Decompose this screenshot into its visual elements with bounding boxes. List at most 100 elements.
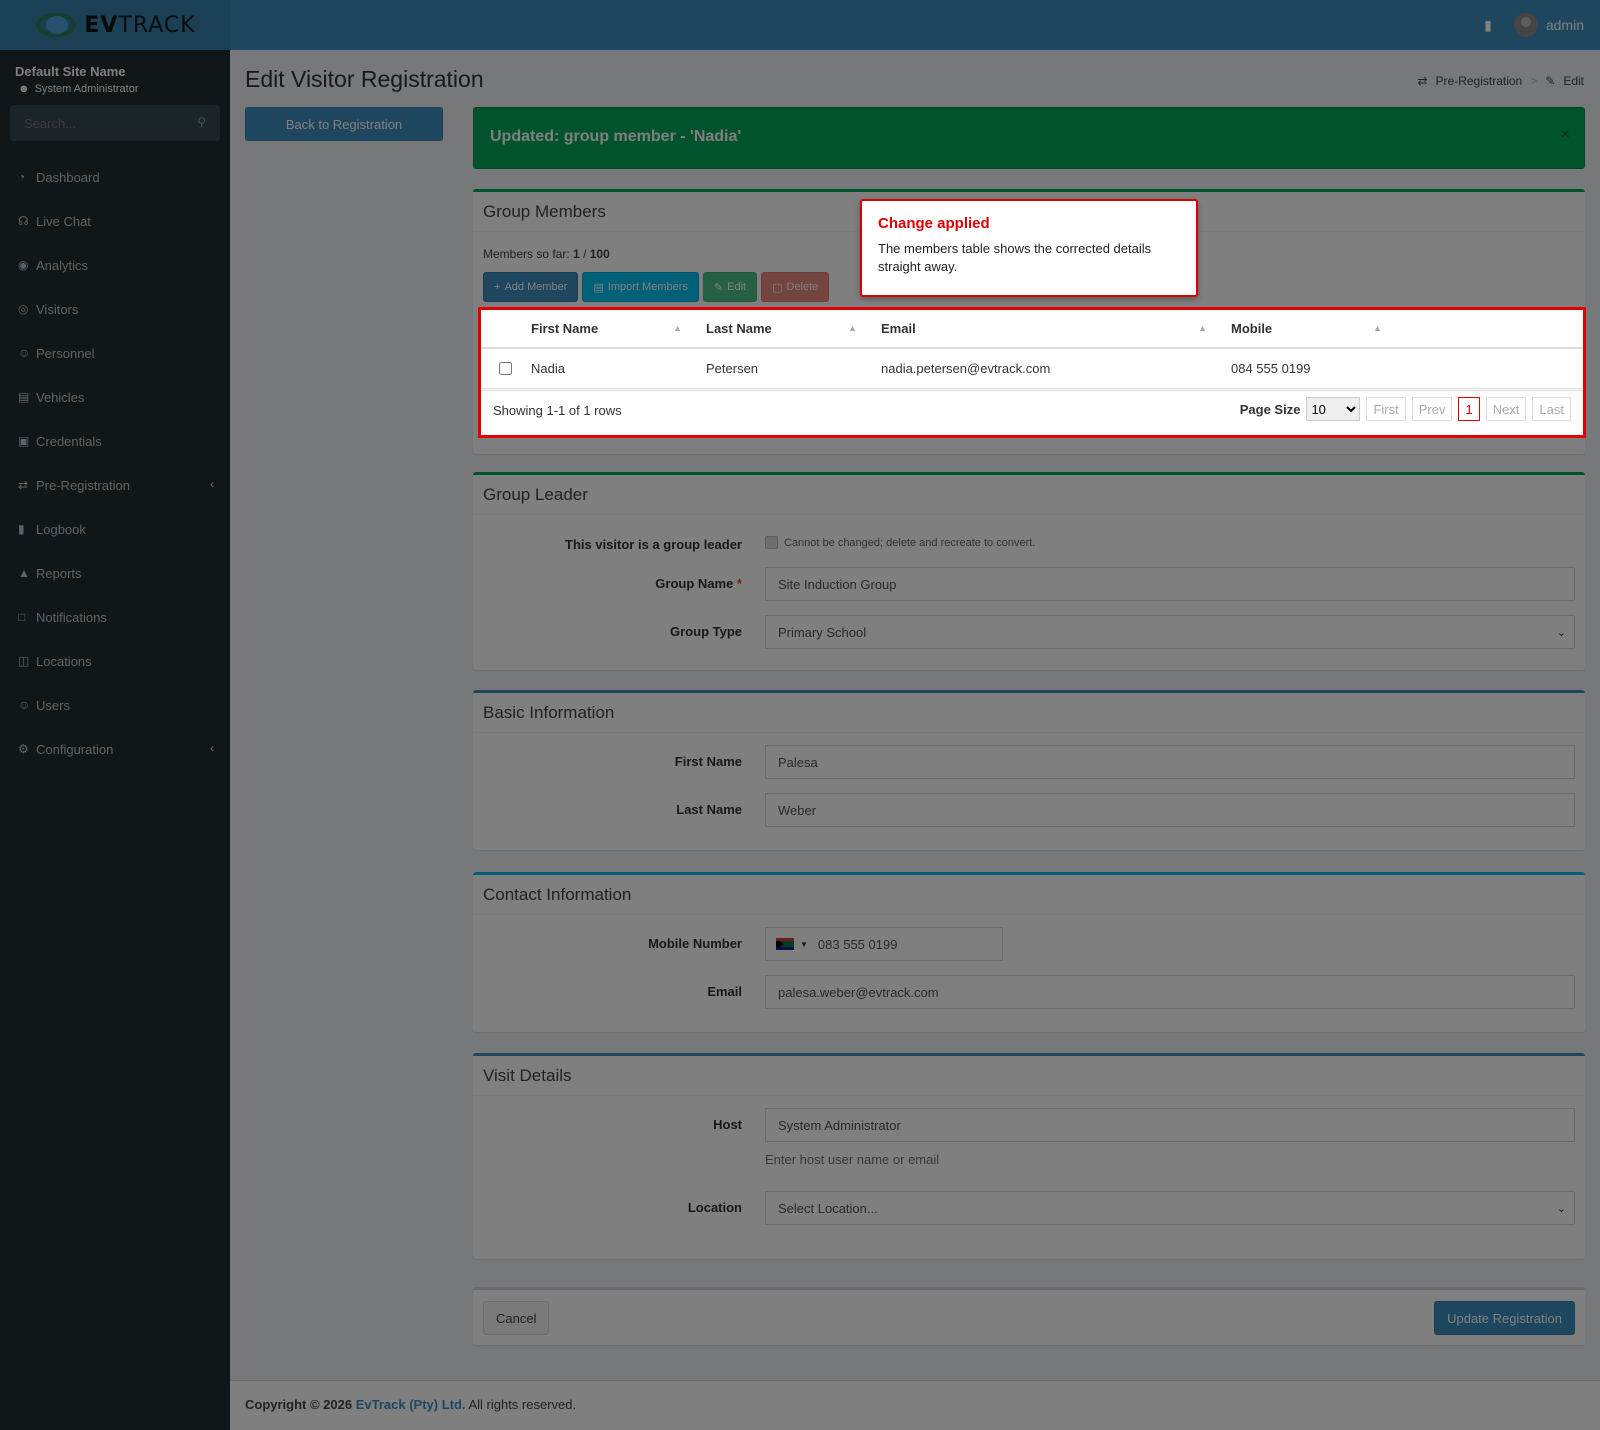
footer-company-link[interactable]: EvTrack (Pty) Ltd. [356, 1397, 466, 1412]
logo[interactable]: EVTRACK [0, 0, 230, 50]
visit-details-title: Visit Details [473, 1056, 1585, 1096]
members-table-spotlight: First Name ▲ Last Name ▲ Email ▲ Mobile ▲ Na… [478, 307, 1586, 438]
sidebar-item-dashboard[interactable]: ◔ Dashboard [0, 155, 230, 199]
last-name-input[interactable]: Weber [765, 793, 1575, 827]
personnel-icon: ☺ [18, 346, 31, 360]
group-leader-checkbox[interactable] [765, 536, 778, 549]
chat-icon: □ [18, 610, 26, 624]
showing-rows-text: Showing 1-1 of 1 rows [493, 403, 622, 418]
sidebar-item-logbook[interactable]: ▮ Logbook [0, 507, 230, 551]
host-input[interactable]: System Administrator [765, 1108, 1575, 1142]
sidebar-item-live-chat[interactable]: ☊ Live Chat [0, 199, 230, 243]
callout-body: The members table shows the corrected de… [878, 241, 1152, 274]
sidebar-item-users[interactable]: ☺ Users [0, 683, 230, 727]
group-leader-title: Group Leader [473, 475, 1585, 515]
page-size-select[interactable]: 10 [1306, 397, 1361, 421]
update-registration-button[interactable]: Update Registration [1434, 1301, 1575, 1335]
logo-text-ev: EV [84, 12, 119, 38]
contact-information-box: Contact Information Mobile Number ▼ 083 … [473, 872, 1585, 1032]
car-icon: ▤ [18, 390, 30, 404]
import-members-button[interactable]: ▤ Import Members [582, 272, 699, 302]
cancel-button[interactable]: Cancel [483, 1301, 550, 1335]
add-member-button[interactable]: + Add Member [483, 272, 579, 302]
column-mobile[interactable]: Mobile ▲ [1223, 310, 1398, 349]
members-table-highlight: First Name ▲ Last Name ▲ Email ▲ Mobile ▲ Na… [478, 307, 1586, 438]
page-prev-button[interactable]: Prev [1411, 397, 1453, 421]
user-menu[interactable]: admin [1513, 13, 1584, 37]
sidebar-item-pre-registration[interactable]: ⇄ Pre-Registration ‹ [0, 463, 230, 507]
column-last-name[interactable]: Last Name ▲ [698, 310, 873, 349]
column-email[interactable]: Email ▲ [873, 310, 1223, 349]
sidebar-item-locations[interactable]: ◫ Locations [0, 639, 230, 683]
column-first-name[interactable]: First Name ▲ [523, 310, 698, 349]
email-label: Email [707, 984, 742, 999]
page-first-button[interactable]: First [1366, 397, 1406, 421]
first-name-label: First Name [674, 754, 742, 769]
visit-details-box: Visit Details Host System Administrator … [473, 1053, 1585, 1259]
sort-icon[interactable]: ▲ [1373, 323, 1382, 333]
south-africa-flag-icon[interactable] [776, 938, 794, 950]
headset-icon: ☊ [18, 214, 29, 228]
sidebar-item-configuration[interactable]: ⚙ Configuration ‹ [0, 727, 230, 771]
group-type-select[interactable]: Primary School ⌄ [765, 615, 1575, 649]
gear-icon: ⚙ [18, 742, 29, 756]
breadcrumb-edit: Edit [1563, 74, 1584, 88]
page-last-button[interactable]: Last [1532, 397, 1571, 421]
alert-message: Updated: group member - 'Nadia' [490, 128, 742, 145]
user-icon: ☻ [18, 83, 30, 95]
email-input[interactable]: palesa.weber@evtrack.com [765, 975, 1575, 1009]
basic-information-title: Basic Information [473, 693, 1585, 733]
sidebar-menu: ◔ Dashboard ☊ Live Chat ◉ Analytics ◎ Visito… [0, 155, 230, 771]
sidebar-item-analytics[interactable]: ◉ Analytics [0, 243, 230, 287]
location-select[interactable]: Select Location... ⌄ [765, 1191, 1575, 1225]
form-actions-box: Cancel Update Registration [473, 1287, 1585, 1345]
search-icon[interactable]: ⚲ [197, 115, 206, 129]
sidebar-item-personnel[interactable]: ☺ Personnel [0, 331, 230, 375]
group-type-label: Group Type [670, 624, 742, 639]
row-checkbox[interactable] [499, 361, 512, 375]
cell-email: nadia.petersen@evtrack.com [873, 348, 1223, 389]
chevron-down-icon: ⌄ [1556, 1202, 1566, 1215]
mobile-number-input[interactable]: ▼ 083 555 0199 [765, 927, 1003, 961]
sort-icon[interactable]: ▲ [673, 323, 682, 333]
first-name-input[interactable]: Palesa [765, 745, 1575, 779]
cell-mobile: 084 555 0199 [1223, 348, 1398, 389]
sort-icon[interactable]: ▲ [1198, 323, 1207, 333]
dashboard-icon: ◔ [18, 170, 26, 184]
sidebar-item-visitors[interactable]: ◎ Visitors [0, 287, 230, 331]
sidebar-item-vehicles[interactable]: ▤ Vehicles [0, 375, 230, 419]
pencil-icon: ✎ [713, 281, 724, 294]
sidebar-item-reports[interactable]: ▲ Reports [0, 551, 230, 595]
search-input[interactable] [10, 105, 220, 141]
book-icon[interactable]: ▮ [1484, 17, 1492, 34]
close-icon[interactable]: × [1561, 126, 1570, 144]
page-current-button[interactable]: 1 [1458, 397, 1480, 421]
user-name: admin [1545, 17, 1584, 33]
top-navbar: EVTRACK ▮ admin [0, 0, 1600, 50]
table-footer: Showing 1-1 of 1 rows Page Size 10 First… [481, 390, 1583, 430]
sidebar-item-credentials[interactable]: ▣ Credentials [0, 419, 230, 463]
delete-member-button[interactable]: ▢ Delete [761, 272, 830, 302]
breadcrumb-pre-registration[interactable]: Pre-Registration [1436, 74, 1523, 88]
page-next-button[interactable]: Next [1485, 397, 1527, 421]
trash-icon: ▢ [772, 281, 783, 294]
plus-icon: + [494, 281, 501, 293]
sidebar-search: ⚲ [10, 105, 220, 141]
members-count: Members so far: 1 / 100 [483, 247, 610, 261]
exchange-icon: ⇄ [18, 478, 29, 492]
site-name: Default Site Name [15, 64, 126, 79]
target-icon: ◉ [18, 258, 29, 272]
footer: Copyright © 2026 EvTrack (Pty) Ltd. All … [230, 1380, 1600, 1430]
group-name-input[interactable]: Site Induction Group [765, 567, 1575, 601]
exchange-icon: ⇄ [1417, 74, 1428, 88]
edit-member-button[interactable]: ✎ Edit [702, 272, 758, 302]
chart-icon: ▲ [18, 566, 30, 580]
site-role: System Administrator [34, 83, 139, 95]
footer-copyright: Copyright © 2026 [245, 1397, 353, 1412]
table-row[interactable]: Nadia Petersen nadia.petersen@evtrack.co… [481, 348, 1583, 389]
avatar [1513, 13, 1538, 37]
group-leader-box: Group Leader This visitor is a group lea… [473, 472, 1585, 670]
sidebar-item-notifications[interactable]: □ Notifications [0, 595, 230, 639]
sort-icon[interactable]: ▲ [848, 323, 857, 333]
back-to-registration-button[interactable]: Back to Registration [245, 107, 443, 141]
